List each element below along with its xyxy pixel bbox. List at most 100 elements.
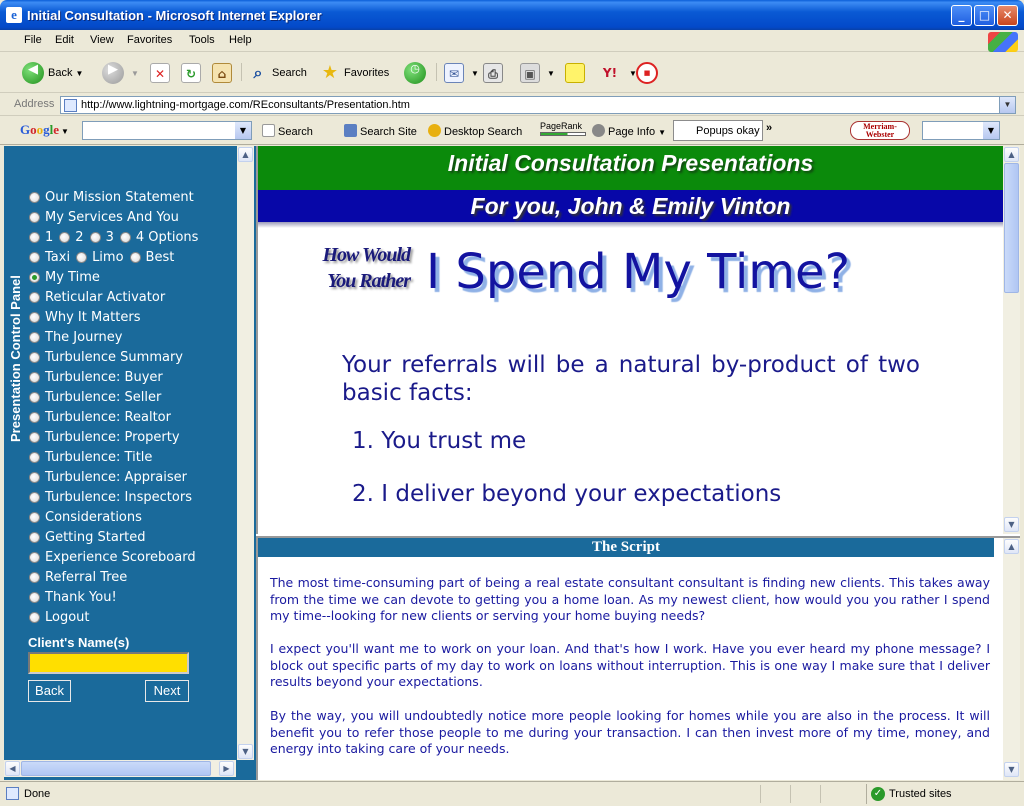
search-site-button[interactable]: Search Site	[344, 124, 417, 138]
nav-referral-tree[interactable]: Referral Tree	[29, 570, 127, 585]
radio-icon[interactable]	[29, 392, 40, 403]
page-info-button[interactable]: Page Info ▼	[592, 124, 666, 138]
radio-icon[interactable]	[29, 452, 40, 463]
google-search-input[interactable]: ▼	[82, 121, 252, 140]
panel-horizontal-scrollbar[interactable]: ◀ ▶	[4, 760, 236, 777]
radio-icon[interactable]	[29, 472, 40, 483]
nav-why-it-matters[interactable]: Why It Matters	[29, 310, 140, 325]
merriam-webster-button[interactable]: Merriam-Webster	[850, 121, 910, 140]
stop-button[interactable]: ✕	[150, 60, 174, 86]
chevron-down-icon[interactable]: ▼	[235, 122, 251, 139]
radio-icon[interactable]	[29, 232, 40, 243]
scroll-down-icon[interactable]: ▼	[1004, 517, 1019, 532]
history-button[interactable]: ◷	[404, 60, 430, 86]
radio-icon[interactable]	[76, 252, 88, 263]
nav-best[interactable]: Best	[129, 250, 174, 265]
nav-experience-scoreboard[interactable]: Experience Scoreboard	[29, 550, 196, 565]
radio-icon[interactable]	[29, 412, 40, 423]
more-chevron-icon[interactable]: »	[766, 122, 772, 134]
next-slide-button[interactable]: Next	[145, 680, 189, 702]
address-field[interactable]: http://www.lightning-mortgage.com/REcons…	[60, 96, 1016, 114]
nav-option-2[interactable]: 2	[59, 230, 84, 245]
nav-logout[interactable]: Logout	[29, 610, 90, 625]
nav-turbulence-buyer[interactable]: Turbulence: Buyer	[29, 370, 163, 385]
menu-file[interactable]: File	[24, 34, 42, 46]
scroll-right-icon[interactable]: ▶	[219, 761, 234, 776]
back-slide-button[interactable]: Back	[28, 680, 71, 702]
nav-turbulence-title[interactable]: Turbulence: Title	[29, 450, 152, 465]
chevron-down-icon[interactable]: ▼	[75, 69, 83, 78]
nav-option-1[interactable]: 1	[29, 230, 53, 245]
radio-icon[interactable]	[29, 312, 40, 323]
nav-turbulence-inspectors[interactable]: Turbulence: Inspectors	[29, 490, 192, 505]
menu-edit[interactable]: Edit	[55, 34, 74, 46]
nav-turbulence-seller[interactable]: Turbulence: Seller	[29, 390, 161, 405]
notes-button[interactable]	[565, 60, 589, 86]
radio-icon[interactable]	[89, 232, 101, 243]
panel-vertical-scrollbar[interactable]: ▲ ▼	[237, 146, 254, 760]
scroll-up-icon[interactable]: ▲	[1004, 147, 1019, 162]
radio-icon[interactable]	[29, 192, 40, 203]
radio-icon[interactable]	[119, 232, 131, 243]
script-vertical-scrollbar[interactable]: ▲ ▼	[1003, 538, 1020, 780]
nav-getting-started[interactable]: Getting Started	[29, 530, 146, 545]
radio-icon[interactable]	[29, 492, 40, 503]
nav-turbulence-summary[interactable]: Turbulence Summary	[29, 350, 183, 365]
radio-icon[interactable]	[29, 592, 40, 603]
scroll-thumb[interactable]	[1004, 163, 1019, 293]
scroll-down-icon[interactable]: ▼	[1004, 762, 1019, 777]
menu-view[interactable]: View	[90, 34, 114, 46]
scroll-up-icon[interactable]: ▲	[238, 147, 253, 162]
google-search-button[interactable]: Search	[262, 124, 313, 138]
addon-button[interactable]: ■	[636, 60, 662, 86]
forward-button[interactable]: ▶ ▼	[102, 60, 139, 86]
menu-favorites[interactable]: Favorites	[127, 34, 172, 46]
nav-option-3[interactable]: 3	[89, 230, 114, 245]
radio-icon[interactable]	[29, 292, 40, 303]
menu-tools[interactable]: Tools	[189, 34, 215, 46]
nav-reticular-activator[interactable]: Reticular Activator	[29, 290, 165, 305]
nav-taxi[interactable]: Taxi	[29, 250, 70, 265]
search-button[interactable]: ⌕ Search	[248, 60, 307, 86]
yahoo-button[interactable]: Y! ▼	[598, 60, 637, 86]
mail-button[interactable]: ✉ ▼	[444, 60, 479, 86]
edit-button[interactable]: ▣ ▼	[520, 60, 555, 86]
dictionary-input[interactable]: ▼	[922, 121, 1000, 140]
radio-icon[interactable]	[29, 212, 40, 223]
radio-icon[interactable]	[29, 532, 40, 543]
nav-mission-statement[interactable]: Our Mission Statement	[29, 190, 194, 205]
nav-limo[interactable]: Limo	[76, 250, 124, 265]
close-button[interactable]: ✕	[997, 5, 1018, 26]
menu-help[interactable]: Help	[229, 34, 252, 46]
client-name-input[interactable]	[28, 652, 189, 674]
radio-icon[interactable]	[29, 612, 40, 623]
chevron-down-icon[interactable]: ▼	[131, 69, 139, 78]
nav-option-4[interactable]: 4 Options	[119, 230, 198, 245]
presentation-vertical-scrollbar[interactable]: ▲ ▼	[1003, 146, 1020, 534]
nav-turbulence-realtor[interactable]: Turbulence: Realtor	[29, 410, 171, 425]
radio-icon[interactable]	[29, 252, 40, 263]
nav-turbulence-appraiser[interactable]: Turbulence: Appraiser	[29, 470, 187, 485]
scroll-left-icon[interactable]: ◀	[5, 761, 20, 776]
radio-icon[interactable]	[29, 332, 40, 343]
popup-blocker-button[interactable]: Popups okay	[673, 120, 763, 141]
desktop-search-button[interactable]: Desktop Search	[428, 124, 522, 138]
nav-thank-you[interactable]: Thank You!	[29, 590, 117, 605]
nav-services[interactable]: My Services And You	[29, 210, 179, 225]
maximize-button[interactable]: □	[974, 5, 995, 26]
radio-icon[interactable]	[29, 552, 40, 563]
scroll-thumb[interactable]	[21, 761, 211, 776]
chevron-down-icon[interactable]: ▼	[983, 122, 999, 139]
nav-the-journey[interactable]: The Journey	[29, 330, 122, 345]
nav-considerations[interactable]: Considerations	[29, 510, 142, 525]
favorites-button[interactable]: ★ Favorites	[320, 60, 389, 86]
print-button[interactable]: ⎙	[483, 60, 507, 86]
nav-turbulence-property[interactable]: Turbulence: Property	[29, 430, 180, 445]
chevron-down-icon[interactable]: ▼	[999, 97, 1015, 113]
chevron-down-icon[interactable]: ▼	[547, 69, 555, 78]
minimize-button[interactable]: _	[951, 5, 972, 26]
home-button[interactable]: ⌂	[212, 60, 236, 86]
chevron-down-icon[interactable]: ▼	[471, 69, 479, 78]
google-logo[interactable]: Google ▼	[20, 122, 69, 138]
radio-icon[interactable]	[29, 572, 40, 583]
